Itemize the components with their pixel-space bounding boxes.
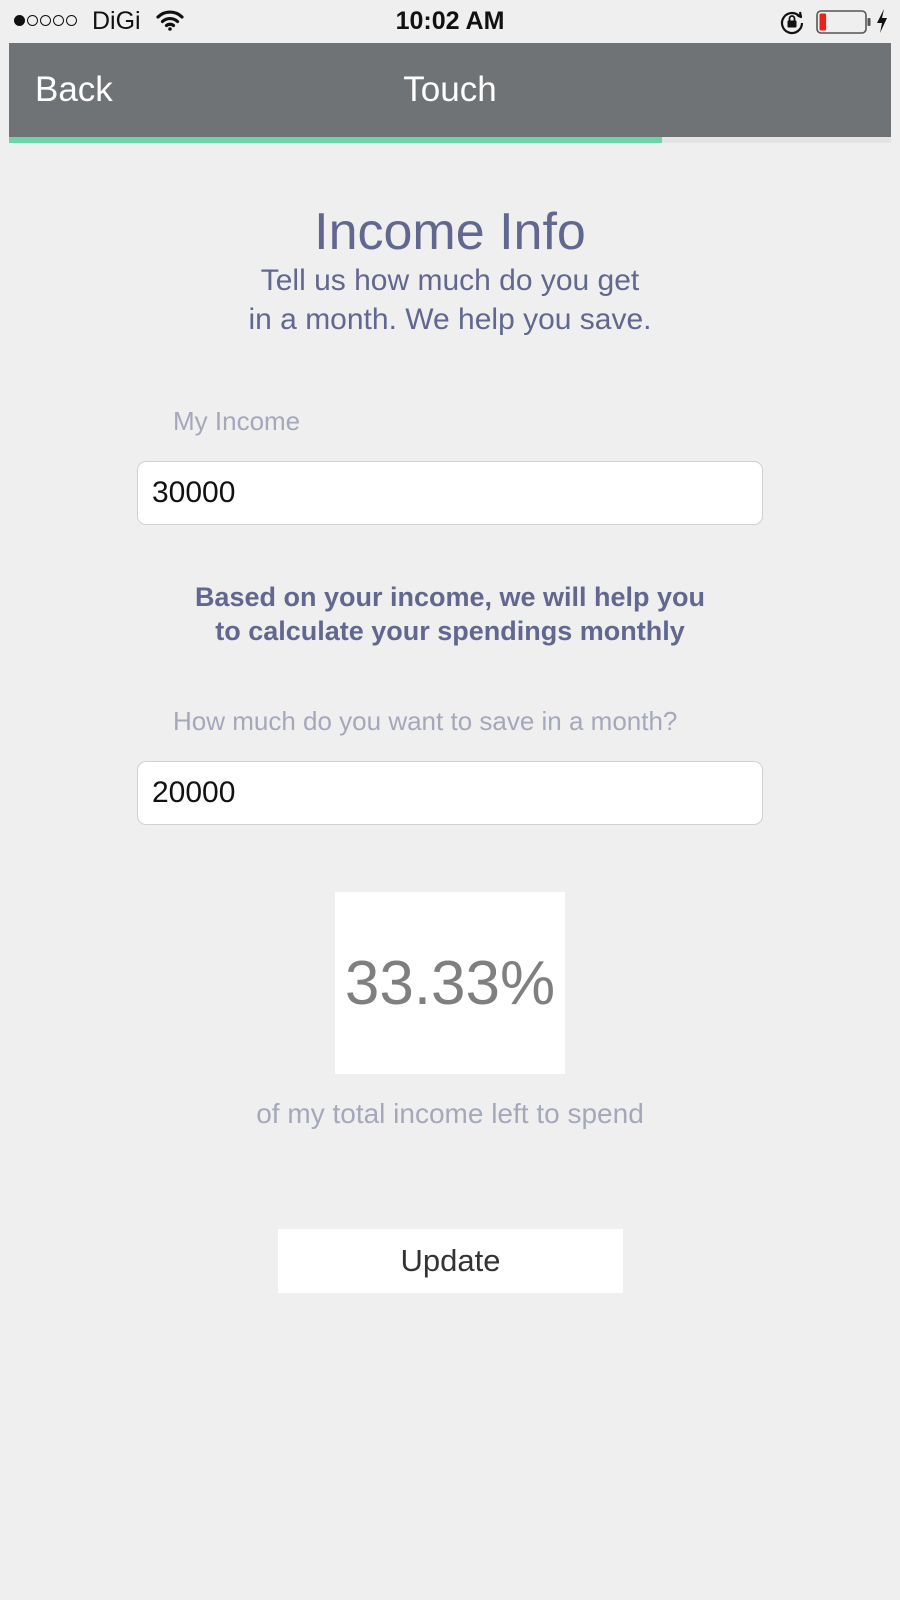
savings-label: How much do you want to save in a month?: [173, 706, 678, 736]
navigation-bar: Back Touch: [9, 43, 891, 137]
income-input[interactable]: [137, 461, 763, 525]
progress-bar: [9, 137, 891, 143]
result-caption: of my total income left to spend: [256, 1098, 644, 1129]
progress-bar-fill: [9, 137, 662, 143]
savings-input[interactable]: [137, 761, 763, 825]
rotation-lock-icon: [779, 9, 805, 40]
update-button[interactable]: Update: [278, 1229, 623, 1293]
info-line: Based on your income, we will help you: [194, 582, 706, 612]
subtitle-line: in a month. We help you save.: [248, 303, 652, 336]
status-bar: DiGi 10:02 AM: [0, 0, 900, 43]
page-subtitle: Tell us how much do you get in a month. …: [0, 261, 900, 339]
info-line: to calculate your spendings monthly: [215, 616, 685, 646]
page-title: Income Info: [314, 203, 586, 261]
income-label: My Income: [173, 406, 301, 436]
result-box: 33.33%: [335, 892, 565, 1074]
result-percentage: 33.33%: [344, 948, 556, 1018]
subtitle-line: Tell us how much do you get: [260, 264, 640, 297]
charging-bolt-icon: [875, 8, 889, 39]
status-time: 10:02 AM: [395, 7, 505, 35]
battery-icon: [816, 10, 872, 39]
nav-title: Touch: [403, 70, 497, 109]
info-message: Based on your income, we will help you t…: [0, 580, 900, 648]
